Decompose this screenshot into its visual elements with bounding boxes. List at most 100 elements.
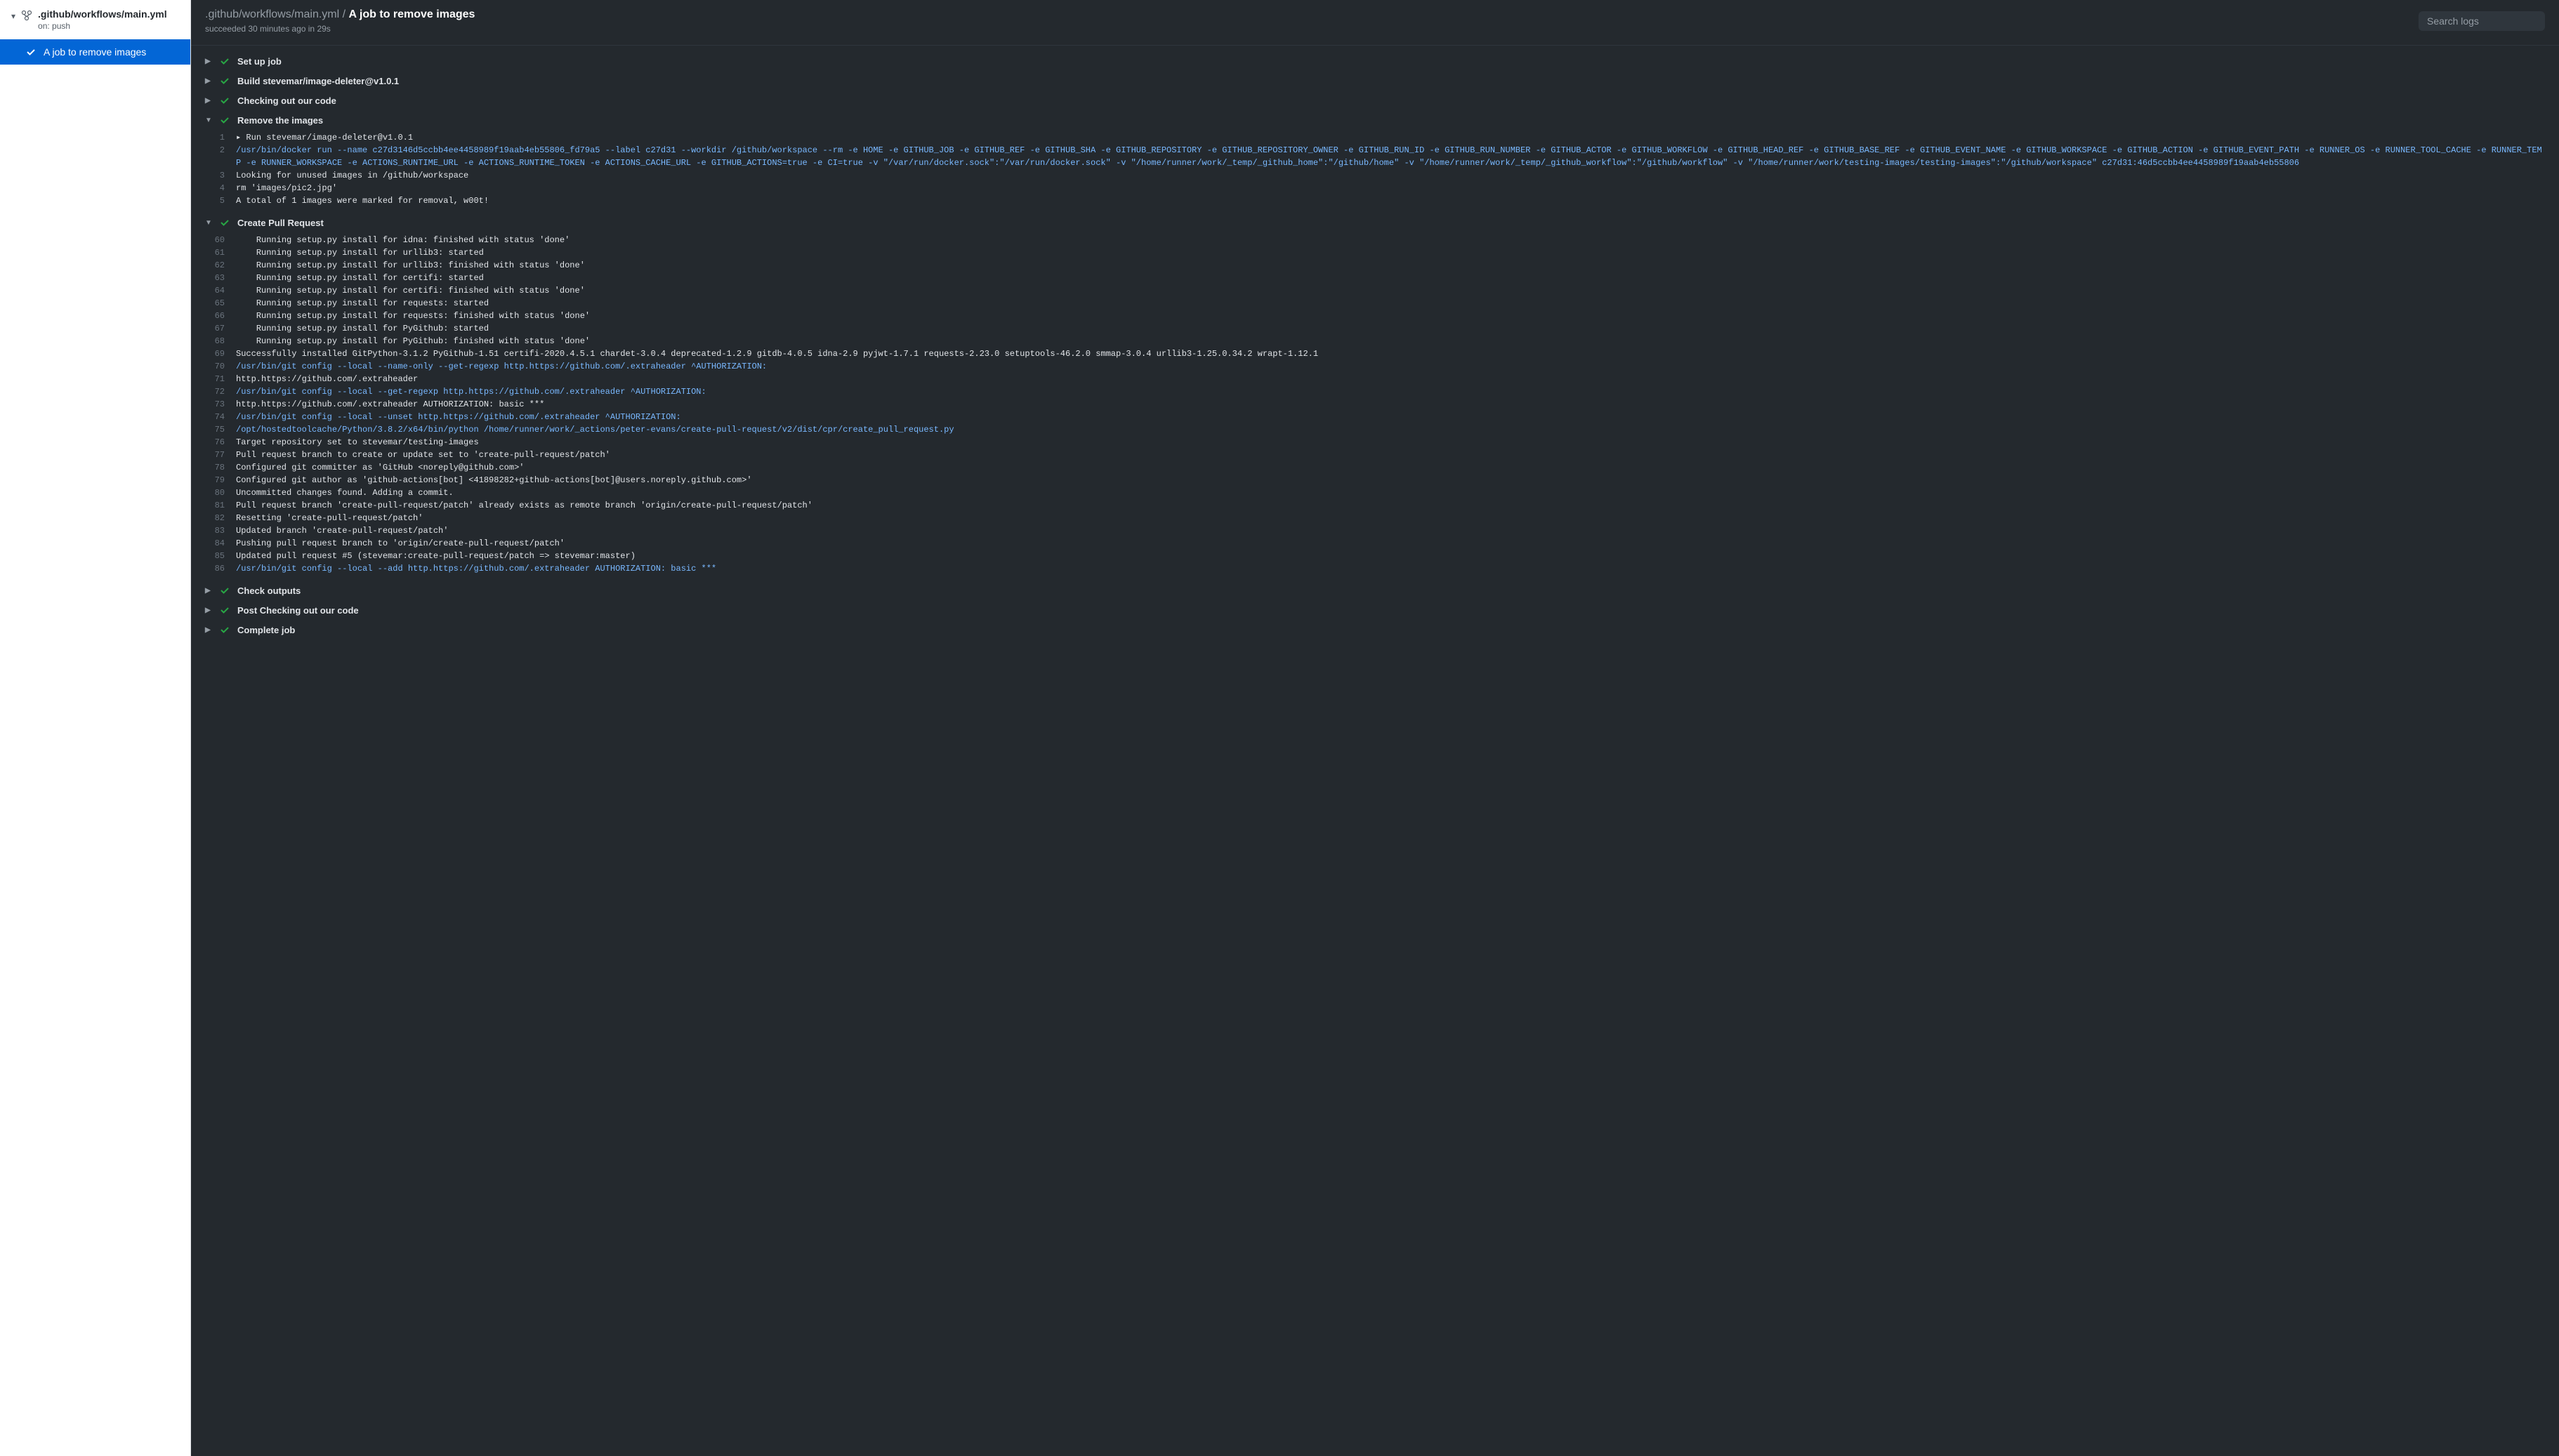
line-number: 4 [205,182,225,194]
step-header[interactable]: ▶Checking out our code [191,91,2559,110]
check-icon [219,75,230,86]
sidebar: ▾ .github/workflows/main.yml on: push A … [0,0,191,1456]
log-line: 1▸ Run stevemar/image-deleter@v1.0.1 [191,131,2559,144]
line-content: Configured git author as 'github-actions… [236,474,2545,487]
topbar: .github/workflows/main.yml / A job to re… [191,0,2559,46]
log-line: 4rm 'images/pic2.jpg' [191,182,2559,194]
line-content: /opt/hostedtoolcache/Python/3.8.2/x64/bi… [236,423,2545,436]
line-number: 82 [205,512,225,524]
line-content: Updated branch 'create-pull-request/patc… [236,524,2545,537]
line-number: 78 [205,461,225,474]
step: ▶ Set up job [191,51,2559,71]
step: ▶ Build stevemar/image-deleter@v1.0.1 [191,71,2559,91]
step-header[interactable]: ▼Remove the images [191,110,2559,130]
crumb-current: A job to remove images [349,8,475,20]
line-content: Resetting 'create-pull-request/patch' [236,512,2545,524]
crumb-path[interactable]: .github/workflows/main.yml [205,8,339,20]
log-line: 5 A total of 1 images were marked for rem… [191,194,2559,207]
line-number: 79 [205,474,225,487]
workflow-icon [21,10,32,23]
check-icon [219,604,230,616]
line-number: 74 [205,411,225,423]
log-line: 71 http.https://github.com/.extraheader [191,373,2559,385]
main-panel: .github/workflows/main.yml / A job to re… [191,0,2559,1456]
line-number: 77 [205,449,225,461]
step-header[interactable]: ▶ Complete job [191,620,2559,640]
step-name: Complete job [237,625,295,635]
step-name: Set up job [237,56,282,67]
line-content: Pull request branch 'create-pull-request… [236,499,2545,512]
log-line: 79 Configured git author as 'github-actio… [191,474,2559,487]
log-area[interactable]: ▶ Set up job ▶ Build stevemar/image-deleter… [191,46,2559,1456]
step-header[interactable]: ▶ Build stevemar/image-deleter@v1.0.1 [191,71,2559,91]
log-line: 75/opt/hostedtoolcache/Python/3.8.2/x64/… [191,423,2559,436]
line-content: Looking for unused images in /github/wor… [236,169,2545,182]
step-header[interactable]: ▶Check outputs [191,581,2559,600]
step: ▶Post Checking out our code [191,600,2559,620]
log-line: 64 Running setup.py install for certifi:… [191,284,2559,297]
step: ▼Create Pull Request60 Running setup.py … [191,213,2559,581]
log-line: 74/usr/bin/git config --local --unset ht… [191,411,2559,423]
log-line: 86/usr/bin/git config --local --add http… [191,562,2559,575]
log-line: 76Target repository set to stevemar/test… [191,436,2559,449]
line-number: 71 [205,373,225,385]
log-line: 63 Running setup.py install for certifi:… [191,272,2559,284]
line-number: 66 [205,310,225,322]
log-line: 72/usr/bin/git config --local --get-rege… [191,385,2559,398]
line-number: 80 [205,487,225,499]
step-name: Check outputs [237,585,301,596]
line-content: Running setup.py install for requests: s… [236,297,2545,310]
line-content: Running setup.py install for requests: f… [236,310,2545,322]
line-content: ▸ Run stevemar/image-deleter@v1.0.1 [236,131,2545,144]
line-content: Running setup.py install for urllib3: fi… [236,259,2545,272]
sidebar-job-item[interactable]: A job to remove images [0,39,190,65]
log-line: 70/usr/bin/git config --local --name-onl… [191,360,2559,373]
step-header[interactable]: ▶ Set up job [191,51,2559,71]
line-number: 60 [205,234,225,246]
step-header[interactable]: ▶Post Checking out our code [191,600,2559,620]
check-icon [219,114,230,126]
caret-icon: ▶ [205,626,212,634]
line-content: A total of 1 images were marked for remo… [236,194,2545,207]
workflow-trigger: on: push [38,21,167,31]
line-number: 63 [205,272,225,284]
caret-icon: ▶ [205,58,212,65]
caret-icon: ▶ [205,77,212,85]
line-number: 2 [205,144,225,157]
step-name: Build stevemar/image-deleter@v1.0.1 [237,76,399,86]
line-content: Updated pull request #5 (stevemar:create… [236,550,2545,562]
log-line: 77Pull request branch to create or updat… [191,449,2559,461]
line-content: Running setup.py install for PyGithub: f… [236,335,2545,348]
line-number: 72 [205,385,225,398]
step: ▶Checking out our code [191,91,2559,110]
log-line: 65 Running setup.py install for requests… [191,297,2559,310]
line-content: Running setup.py install for idna: finis… [236,234,2545,246]
line-content: Pushing pull request branch to 'origin/c… [236,537,2545,550]
line-number: 5 [205,194,225,207]
line-content: /usr/bin/git config --local --add http.h… [236,562,2545,575]
step-header[interactable]: ▼Create Pull Request [191,213,2559,232]
log-line: 85Updated pull request #5 (stevemar:crea… [191,550,2559,562]
workflow-file[interactable]: .github/workflows/main.yml [38,8,167,20]
log-line: 61 Running setup.py install for urllib3:… [191,246,2559,259]
line-number: 67 [205,322,225,335]
check-icon [219,624,230,635]
line-content: Successfully installed GitPython-3.1.2 P… [236,348,2545,360]
line-content: http.https://github.com/.extraheader [236,373,2545,385]
line-content: Running setup.py install for certifi: st… [236,272,2545,284]
workflow-header: ▾ .github/workflows/main.yml on: push [0,0,190,39]
line-content: http.https://github.com/.extraheader AUT… [236,398,2545,411]
line-content: /usr/bin/docker run --name c27d3146d5ccb… [236,144,2545,169]
line-content: /usr/bin/git config --local --name-only … [236,360,2545,373]
check-icon [219,95,230,106]
caret-down-icon[interactable]: ▾ [11,11,15,21]
caret-icon: ▼ [205,117,212,124]
search-input[interactable] [2419,11,2545,31]
step-name: Create Pull Request [237,218,324,228]
line-content: Running setup.py install for PyGithub: s… [236,322,2545,335]
step-body: 60 Running setup.py install for idna: fi… [191,232,2559,581]
log-line: 73http.https://github.com/.extraheader A… [191,398,2559,411]
check-icon [219,217,230,228]
log-line: 83Updated branch 'create-pull-request/pa… [191,524,2559,537]
line-number: 62 [205,259,225,272]
